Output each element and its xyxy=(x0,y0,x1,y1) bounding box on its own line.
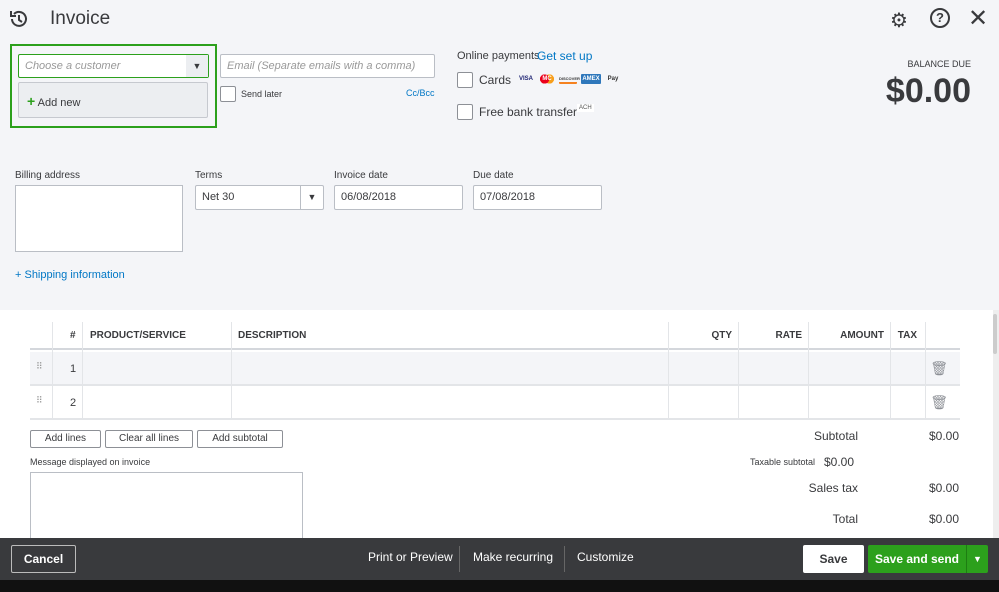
table-header: # PRODUCT/SERVICE DESCRIPTION QTY RATE A… xyxy=(30,322,960,350)
billing-address-label: Billing address xyxy=(15,170,81,181)
terms-label: Terms xyxy=(195,170,223,181)
header-amount: AMOUNT xyxy=(840,330,884,341)
chevron-down-icon[interactable]: ▼ xyxy=(300,186,323,209)
discover-icon: DISCOVER xyxy=(559,74,580,84)
save-and-send-button[interactable]: Save and send xyxy=(868,545,966,573)
table-row[interactable]: ⠿ 2 🗑 xyxy=(30,386,960,420)
chevron-down-icon[interactable]: ▼ xyxy=(186,55,208,77)
add-new-label: Add new xyxy=(37,97,81,109)
billing-address-input[interactable] xyxy=(15,185,183,252)
visa-icon: VISA xyxy=(518,76,533,82)
add-subtotal-button[interactable]: Add subtotal xyxy=(197,430,283,448)
total-value: $0.00 xyxy=(928,512,959,526)
mastercard-icon: MC xyxy=(539,74,555,84)
message-input[interactable] xyxy=(30,472,303,542)
footer-bar: Cancel Print or Preview Make recurring C… xyxy=(0,538,999,580)
customer-placeholder: Choose a customer xyxy=(25,60,121,72)
make-recurring-button[interactable]: Make recurring xyxy=(473,550,553,564)
due-date-label: Due date xyxy=(473,170,514,181)
balance-due-label: BALANCE DUE xyxy=(907,59,971,69)
amex-icon: AMEX xyxy=(581,74,601,84)
cc-bcc-link[interactable]: Cc/Bcc xyxy=(406,88,435,98)
sales-tax-label: Sales tax xyxy=(808,481,858,495)
close-icon[interactable]: ✕ xyxy=(968,4,988,33)
add-lines-button[interactable]: Add lines xyxy=(30,430,101,448)
header-num: # xyxy=(70,330,76,341)
row-number: 2 xyxy=(70,397,77,409)
shipping-information-link[interactable]: + Shipping information xyxy=(15,269,125,281)
add-new-customer[interactable]: + Add new xyxy=(18,82,208,118)
ach-badge: ACH xyxy=(577,104,594,112)
header-rate: RATE xyxy=(775,330,802,341)
page-title: Invoice xyxy=(50,8,111,29)
send-later-checkbox[interactable] xyxy=(220,86,236,102)
get-set-up-link[interactable]: Get set up xyxy=(537,49,592,63)
sales-tax-value: $0.00 xyxy=(928,481,959,495)
save-button[interactable]: Save xyxy=(803,545,864,573)
header-qty: QTY xyxy=(711,330,732,341)
total-label: Total xyxy=(832,512,858,526)
card-brands: VISA MC DISCOVER AMEX Pay xyxy=(517,74,621,84)
taxable-subtotal-label: Taxable subtotal xyxy=(750,457,816,467)
email-placeholder: Email (Separate emails with a comma) xyxy=(227,60,416,72)
header-tax: TAX xyxy=(897,330,917,341)
scrollbar[interactable] xyxy=(993,310,999,538)
cancel-button[interactable]: Cancel xyxy=(11,545,76,573)
header-description: DESCRIPTION xyxy=(238,330,307,341)
subtotal-label: Subtotal xyxy=(813,429,858,443)
help-icon[interactable]: ? xyxy=(930,8,950,28)
apple-pay-icon: Pay xyxy=(607,76,619,82)
clear-all-lines-button[interactable]: Clear all lines xyxy=(105,430,193,448)
subtotal-value: $0.00 xyxy=(928,429,959,443)
due-date-input[interactable]: 07/08/2018 xyxy=(473,185,602,210)
terms-select[interactable]: Net 30 ▼ xyxy=(195,185,324,210)
invoice-date-value: 06/08/2018 xyxy=(341,191,397,203)
header-product: PRODUCT/SERVICE xyxy=(90,330,186,341)
invoice-date-input[interactable]: 06/08/2018 xyxy=(334,185,463,210)
table-row[interactable]: ⠿ 1 🗑 xyxy=(30,352,960,386)
row-number: 1 xyxy=(70,363,77,375)
bank-transfer-checkbox[interactable] xyxy=(457,104,473,120)
recent-transactions-icon[interactable] xyxy=(8,8,30,30)
gear-icon[interactable]: ⚙ xyxy=(890,8,908,33)
drag-handle-icon[interactable]: ⠿ xyxy=(36,395,43,406)
drag-handle-icon[interactable]: ⠿ xyxy=(36,361,43,372)
bank-transfer-label: Free bank transfer xyxy=(479,105,578,119)
cards-label: Cards xyxy=(479,73,512,87)
plus-icon: + xyxy=(27,93,36,109)
taxable-subtotal-value: $0.00 xyxy=(824,455,855,469)
balance-due-amount: $0.00 xyxy=(885,72,971,110)
line-items-table: # PRODUCT/SERVICE DESCRIPTION QTY RATE A… xyxy=(30,322,960,420)
print-preview-button[interactable]: Print or Preview xyxy=(368,550,453,564)
trash-icon[interactable]: 🗑 xyxy=(930,360,948,377)
invoice-date-label: Invoice date xyxy=(334,170,388,181)
bottom-edge xyxy=(0,580,999,592)
customer-select[interactable]: Choose a customer ▼ xyxy=(18,54,209,78)
online-payments-label: Online payments xyxy=(457,50,540,62)
send-later-label: Send later xyxy=(241,89,283,99)
customize-button[interactable]: Customize xyxy=(577,550,634,564)
email-input[interactable]: Email (Separate emails with a comma) xyxy=(220,54,435,78)
chevron-down-icon[interactable]: ▼ xyxy=(966,545,988,573)
due-date-value: 07/08/2018 xyxy=(480,191,536,203)
trash-icon[interactable]: 🗑 xyxy=(930,394,948,411)
message-label: Message displayed on invoice xyxy=(30,457,151,467)
terms-value: Net 30 xyxy=(202,191,235,203)
cards-checkbox[interactable] xyxy=(457,72,473,88)
